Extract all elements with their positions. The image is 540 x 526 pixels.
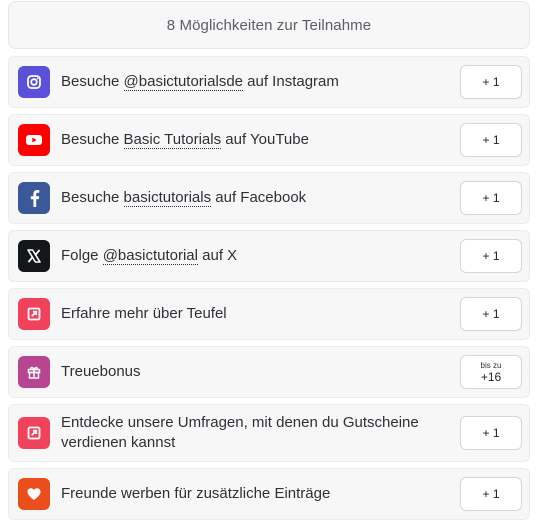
entry-points-button[interactable]: + 1 (460, 181, 522, 215)
facebook-page-link[interactable]: basictutorials (123, 189, 212, 207)
entry-points-value: + 1 (482, 307, 500, 321)
entry-points-button[interactable]: + 1 (460, 65, 522, 99)
entry-label-suffix: auf Instagram (243, 73, 339, 90)
entry-label-suffix: auf Facebook (211, 189, 307, 206)
entry-label: Folge @basictutorial auf X (61, 246, 451, 266)
entry-points-button[interactable]: + 1 (460, 239, 522, 273)
entry-points-value: +16 (480, 369, 502, 384)
entry-points-button[interactable]: + 1 (460, 123, 522, 157)
entry-label-prefix: Besuche (61, 131, 124, 148)
entry-row-surveys[interactable]: Entdecke unsere Umfragen, mit denen du G… (8, 404, 530, 462)
entry-label: Freunde werben für zusätzliche Einträge (61, 485, 331, 502)
facebook-icon (18, 182, 50, 214)
entry-points-value: + 1 (482, 133, 500, 147)
entry-row-facebook[interactable]: Besuche basictutorials auf Facebook + 1 (8, 172, 530, 224)
entry-points-button[interactable]: + 1 (460, 416, 522, 450)
entry-points-prefix: bis zu (480, 360, 502, 370)
entry-points-button[interactable]: bis zu +16 (460, 355, 522, 389)
entry-points-value: + 1 (482, 249, 500, 263)
entry-points-button[interactable]: + 1 (460, 477, 522, 511)
entry-label: Besuche Basic Tutorials auf YouTube (61, 130, 451, 150)
entry-points-value: + 1 (482, 75, 500, 89)
gift-icon (18, 356, 50, 388)
entry-points-value: + 1 (482, 191, 500, 205)
instagram-profile-link[interactable]: @basictutorialsde (123, 73, 243, 91)
entry-label: Erfahre mehr über Teufel (61, 305, 227, 322)
heart-icon (18, 478, 50, 510)
entry-label: Treuebonus (61, 363, 141, 380)
entry-label: Entdecke unsere Umfragen, mit denen du G… (61, 414, 419, 451)
entry-row-loyalty-bonus[interactable]: Treuebonus bis zu +16 (8, 346, 530, 398)
entry-row-instagram[interactable]: Besuche @basictutorialsde auf Instagram … (8, 56, 530, 108)
entry-points-button[interactable]: + 1 (460, 297, 522, 331)
entry-row-x[interactable]: Folge @basictutorial auf X + 1 (8, 230, 530, 282)
entry-label-suffix: auf X (197, 247, 238, 264)
entry-label-prefix: Folge (61, 247, 103, 264)
entry-row-youtube[interactable]: Besuche Basic Tutorials auf YouTube + 1 (8, 114, 530, 166)
youtube-channel-link[interactable]: Basic Tutorials (123, 131, 222, 149)
entry-label: Besuche basictutorials auf Facebook (61, 188, 451, 208)
youtube-icon (18, 124, 50, 156)
external-link-icon (18, 417, 50, 449)
x-profile-link[interactable]: @basictutorial (102, 247, 198, 265)
entry-label-prefix: Besuche (61, 189, 124, 206)
entry-points-value: + 1 (482, 426, 500, 440)
x-icon (18, 240, 50, 272)
entry-row-learn-more[interactable]: Erfahre mehr über Teufel + 1 (8, 288, 530, 340)
entry-label-prefix: Besuche (61, 73, 124, 90)
entry-methods-title: 8 Möglichkeiten zur Teilnahme (166, 16, 372, 34)
entry-points-value: + 1 (482, 487, 500, 501)
entry-methods-widget: 8 Möglichkeiten zur Teilnahme Besuche @b… (0, 0, 540, 526)
entry-methods-header: 8 Möglichkeiten zur Teilnahme (8, 1, 530, 49)
entry-row-refer-friends[interactable]: Freunde werben für zusätzliche Einträge … (8, 468, 530, 520)
instagram-icon (18, 66, 50, 98)
external-link-icon (18, 298, 50, 330)
entry-label-suffix: auf YouTube (221, 131, 309, 148)
entry-label: Besuche @basictutorialsde auf Instagram (61, 72, 451, 92)
